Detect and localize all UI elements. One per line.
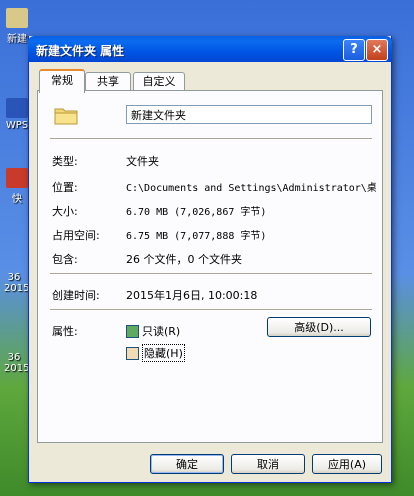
folder-name-input[interactable]: 新建文件夹 <box>126 105 372 124</box>
contains-value: 26 个文件，0 个文件夹 <box>126 253 242 266</box>
type-value: 文件夹 <box>126 155 159 168</box>
created-value: 2015年1月6日, 10:00:18 <box>126 289 258 302</box>
divider <box>50 138 372 140</box>
divider <box>50 309 372 311</box>
created-label: 创建时间: <box>52 289 100 302</box>
folder-icon <box>54 108 78 125</box>
desktop-icon-shortcut[interactable]: 快 <box>4 168 30 205</box>
desktop-icon-new[interactable]: 新建 <box>4 8 30 45</box>
type-label: 类型: <box>52 155 78 168</box>
apply-button[interactable]: 应用(A) <box>312 454 382 474</box>
tab-general[interactable]: 常规 <box>39 69 85 93</box>
readonly-label[interactable]: 只读(R) <box>142 323 180 339</box>
properties-dialog: 新建文件夹 属性 ? × 常规 共享 自定义 新建文件夹 类型: 文件夹 位置:… <box>28 36 392 483</box>
attributes-label: 属性: <box>52 325 78 338</box>
folder-icon <box>6 8 28 28</box>
desktop-icon-360-a[interactable]: 36 2015 <box>4 272 30 294</box>
contains-label: 包含: <box>52 253 78 266</box>
general-panel: 新建文件夹 类型: 文件夹 位置: C:\Documents and Setti… <box>37 90 383 443</box>
hidden-checkbox[interactable] <box>126 347 139 360</box>
title-bar[interactable]: 新建文件夹 属性 ? × <box>28 36 392 62</box>
help-button[interactable]: ? <box>343 39 365 61</box>
divider <box>50 273 372 275</box>
desktop-icon-360-b[interactable]: 36 2015 <box>4 352 30 374</box>
hidden-label[interactable]: 隐藏(H) <box>142 344 185 362</box>
location-label: 位置: <box>52 181 78 194</box>
size-value: 6.70 MB (7,026,867 字节) <box>126 207 267 218</box>
desktop-icon-label: 快 <box>12 194 22 205</box>
size-label: 大小: <box>52 205 78 218</box>
cancel-button[interactable]: 取消 <box>231 454 305 474</box>
wps-icon <box>6 98 28 118</box>
window-title: 新建文件夹 属性 <box>36 44 125 58</box>
app-icon <box>6 168 28 188</box>
close-button[interactable]: × <box>366 39 388 61</box>
location-value: C:\Documents and Settings\Administrator\… <box>126 183 376 194</box>
desktop-icon-label: WPS <box>5 120 29 131</box>
ok-button[interactable]: 确定 <box>150 454 224 474</box>
disk-size-label: 占用空间: <box>52 229 100 242</box>
advanced-button[interactable]: 高级(D)... <box>267 317 371 337</box>
disk-size-value: 6.75 MB (7,077,888 字节) <box>126 231 267 242</box>
desktop-icon-label: 新建 <box>7 34 27 45</box>
desktop-icon-label: 36 2015 <box>4 272 30 294</box>
desktop-icon-label: 36 2015 <box>4 352 30 374</box>
tab-sharing[interactable]: 共享 <box>85 72 131 91</box>
readonly-checkbox[interactable] <box>126 325 139 338</box>
tab-customize[interactable]: 自定义 <box>133 72 185 91</box>
desktop-icon-wps[interactable]: WPS <box>4 98 30 131</box>
